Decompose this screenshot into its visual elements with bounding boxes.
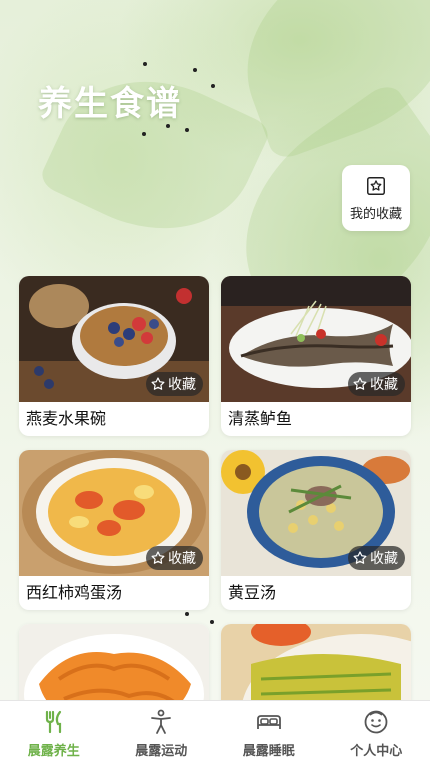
page-title: 养生食谱 — [38, 84, 182, 124]
recipe-grid: 收藏 燕麦水果碗 收藏 清蒸鲈鱼 收藏 西红柿鸡蛋汤 收藏 黄豆汤 — [0, 276, 430, 701]
tab-sleep[interactable]: 晨露睡眠 — [215, 701, 323, 765]
tab-profile[interactable]: 个人中心 — [323, 701, 430, 765]
my-favorites-label: 我的收藏 — [349, 206, 402, 222]
collect-badge[interactable]: 收藏 — [146, 546, 203, 570]
star-outline-icon — [353, 377, 367, 390]
recipe-image-sweet-potato — [19, 624, 209, 701]
decorative-dot — [185, 128, 189, 132]
collect-label: 收藏 — [168, 377, 196, 393]
collect-badge[interactable]: 收藏 — [348, 372, 405, 396]
recipe-image-steamed-perch: 收藏 — [221, 276, 411, 402]
collect-label: 收藏 — [168, 551, 196, 567]
collect-badge[interactable]: 收藏 — [146, 372, 203, 396]
bed-icon — [256, 714, 281, 729]
tab-health-label: 晨露养生 — [27, 743, 80, 759]
bottom-tab-bar: 晨露养生 晨露运动 晨露睡眠 个人中心 — [0, 700, 430, 765]
decorative-dot — [185, 612, 189, 616]
my-favorites-button[interactable]: 我的收藏 — [342, 165, 410, 231]
recipe-card[interactable]: 收藏 燕麦水果碗 — [19, 276, 209, 436]
decorative-dot — [193, 68, 197, 72]
tab-exercise[interactable]: 晨露运动 — [108, 701, 216, 765]
recipe-card[interactable] — [221, 624, 411, 701]
star-outline-icon — [353, 551, 367, 564]
recipe-card[interactable] — [19, 624, 209, 701]
exercise-icon — [151, 709, 172, 734]
recipe-image-scallion-pancake — [221, 624, 411, 701]
collect-label: 收藏 — [370, 377, 398, 393]
recipe-image-oat-fruit-bowl: 收藏 — [19, 276, 209, 402]
recipe-card[interactable]: 收藏 黄豆汤 — [221, 450, 411, 610]
profile-face-icon — [364, 710, 388, 733]
decorative-dot — [143, 62, 147, 66]
recipe-card[interactable]: 收藏 西红柿鸡蛋汤 — [19, 450, 209, 610]
tab-exercise-label: 晨露运动 — [135, 743, 188, 759]
collect-badge[interactable]: 收藏 — [348, 546, 405, 570]
recipe-image-tomato-egg-soup: 收藏 — [19, 450, 209, 576]
recipe-name: 西红柿鸡蛋汤 — [26, 583, 123, 602]
tab-profile-label: 个人中心 — [350, 743, 403, 759]
decorative-dot — [142, 132, 146, 136]
recipe-name: 燕麦水果碗 — [26, 409, 107, 428]
star-box-icon — [367, 176, 385, 195]
tab-health[interactable]: 晨露养生 — [0, 701, 108, 765]
recipe-image-soybean-soup: 收藏 — [221, 450, 411, 576]
decorative-dot — [211, 84, 215, 88]
recipe-name: 黄豆汤 — [228, 583, 277, 602]
star-outline-icon — [151, 377, 165, 390]
decorative-dot — [210, 620, 214, 624]
recipe-name: 清蒸鲈鱼 — [228, 409, 293, 428]
tab-sleep-label: 晨露睡眠 — [242, 743, 295, 759]
collect-label: 收藏 — [370, 551, 398, 567]
fork-knife-icon — [45, 710, 61, 733]
star-outline-icon — [151, 551, 165, 564]
recipe-card[interactable]: 收藏 清蒸鲈鱼 — [221, 276, 411, 436]
